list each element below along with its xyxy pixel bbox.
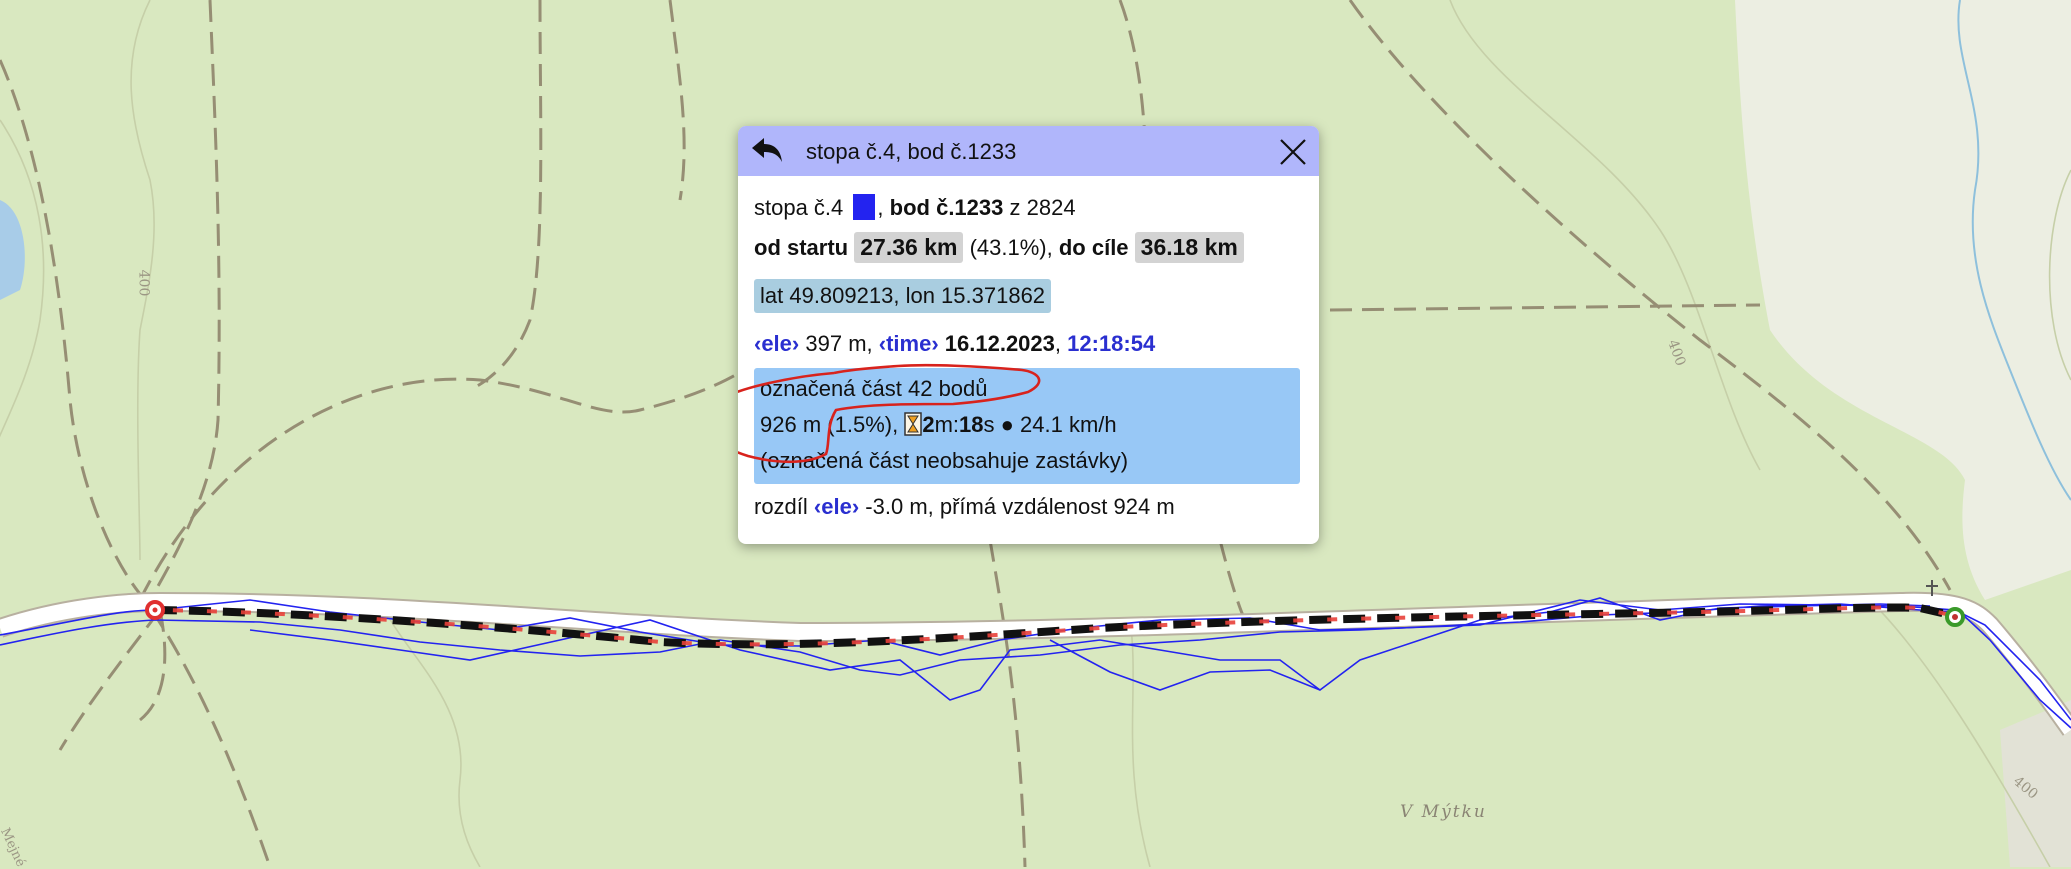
ele-time-line: ‹ele› 397 m, ‹time› 16.12.2023, 12:18:54 (754, 331, 1155, 357)
selection-summary: označená část 42 bodů 926 m (1.5%), 2m:1… (754, 368, 1300, 484)
contour-line (379, 599, 481, 867)
time-value: 12:18:54 (1067, 331, 1156, 356)
track-label: stopa č.4 (754, 195, 844, 220)
forest-path (0, 59, 272, 867)
time-tag: ‹time› (878, 331, 939, 356)
contour-label: 400 (135, 269, 152, 297)
diff-ele-tag: ‹ele› (813, 494, 860, 519)
diff-values: -3.0 m, přímá vzdálenost 924 m (865, 494, 1175, 519)
popup-header: stopa č.4, bod č.1233 (738, 126, 1319, 176)
track-info-line: stopa č.4 , bod č.1233 z 2824 (754, 194, 1076, 221)
from-start-value: 27.36 km (854, 232, 964, 263)
close-icon (1280, 139, 1306, 165)
ele-tag: ‹ele› (754, 331, 800, 356)
duration-seconds-unit: s (983, 412, 995, 437)
forest-path (138, 358, 761, 601)
to-finish-value: 36.18 km (1134, 232, 1244, 263)
forest-path (988, 539, 1027, 867)
track-line (1049, 639, 1321, 691)
coords-line: lat 49.809213, lon 15.371862 (754, 279, 1052, 313)
forest-path (58, 609, 162, 751)
selection-note: (označená část neobsahuje zastávky) (760, 448, 1129, 473)
back-arrow-icon (752, 138, 782, 162)
to-finish-label: do cíle (1058, 235, 1129, 260)
duration-minutes: 2 (922, 412, 935, 437)
forest-path (148, 0, 221, 601)
close-button[interactable] (1279, 138, 1307, 166)
popup-title: stopa č.4, bod č.1233 (806, 139, 1017, 164)
selection-percent: (1.5%), (827, 412, 899, 437)
comma: , (877, 195, 884, 220)
place-label: V Mýtku (1400, 802, 1487, 822)
pond (0, 200, 25, 300)
duration-seconds: 18 (959, 412, 984, 437)
selection-points: označená část 42 bodů (760, 376, 988, 401)
contour-line (1449, 0, 1761, 471)
from-start-label: od startu (754, 235, 849, 260)
coordinates[interactable]: lat 49.809213, lon 15.371862 (754, 279, 1052, 313)
track-color-swatch (853, 194, 876, 220)
from-start-percent: (43.1%), (969, 235, 1053, 260)
hourglass-icon (904, 412, 923, 436)
duration-minutes-unit: m: (934, 412, 960, 437)
comma: , (1054, 331, 1062, 356)
ele-value: 397 m, (805, 331, 873, 356)
start-marker[interactable] (145, 600, 165, 620)
open-area (1735, 0, 2071, 600)
point-total: z 2824 (1009, 195, 1076, 220)
back-button[interactable] (750, 134, 786, 166)
road-casing (0, 591, 2071, 736)
point-label: bod č.1233 (889, 195, 1004, 220)
forest-path (469, 0, 543, 392)
end-marker[interactable] (1945, 607, 1965, 627)
selection-speed: ● 24.1 km/h (1000, 412, 1117, 437)
selection-stats: 926 m (1.5%), 2m:18s ● 24.1 km/h (760, 412, 1117, 438)
contour-line (1129, 619, 1151, 867)
date-value: 16.12.2023 (944, 331, 1055, 356)
track-point-popup: stopa č.4, bod č.1233 stopa č.4 , bod č.… (738, 126, 1319, 544)
difference-line: rozdíl ‹ele› -3.0 m, přímá vzdálenost 92… (754, 494, 1175, 520)
forest-path (1218, 539, 1247, 621)
diff-label: rozdíl (754, 494, 808, 519)
forest-path (668, 0, 686, 201)
selection-distance: 926 m (760, 412, 822, 437)
distance-line: od startu 27.36 km (43.1%), do cíle 36.1… (754, 232, 1244, 263)
